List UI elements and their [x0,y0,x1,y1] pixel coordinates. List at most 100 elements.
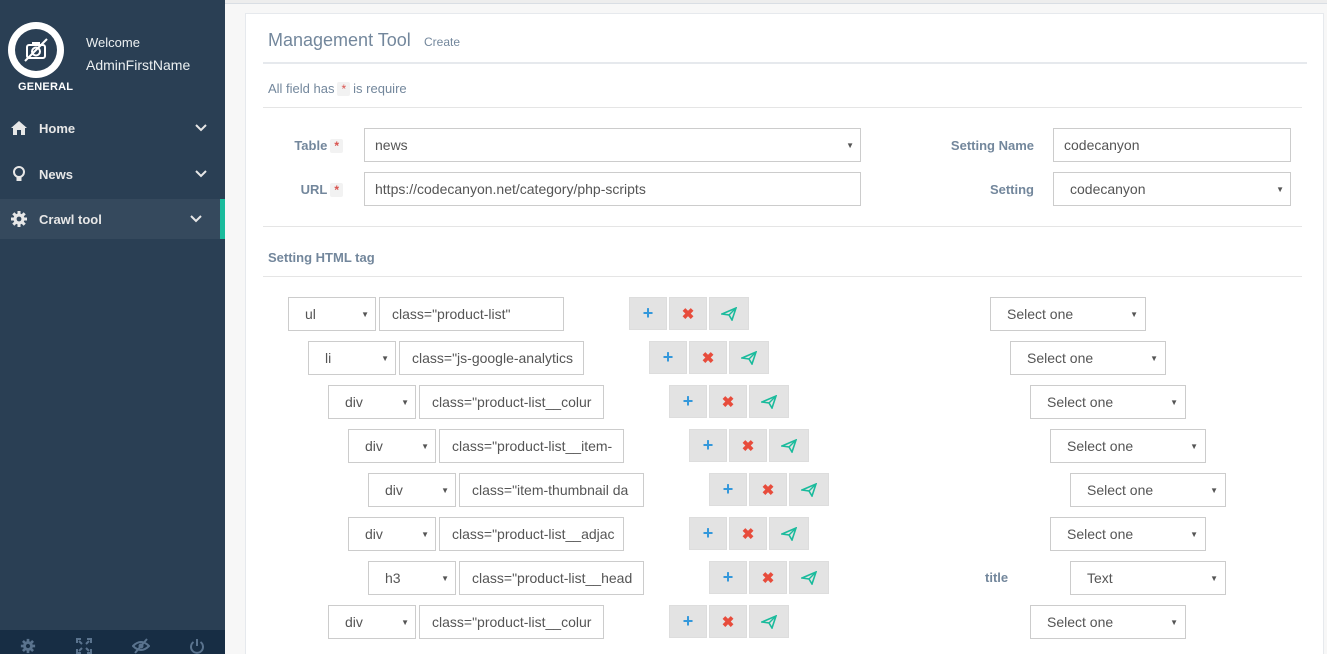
field-type-select[interactable]: Select one ▼ [1070,473,1226,507]
setting-name-input[interactable]: codecanyon [1053,128,1291,162]
tag-row: div ▼ class="product-list__item- + ✖ Select o… [348,429,1327,463]
tag-select[interactable]: div ▼ [348,517,436,551]
caret-down-icon: ▼ [1170,618,1178,627]
delete-button[interactable]: ✖ [669,297,707,330]
field-type-select[interactable]: Select one ▼ [1050,517,1206,551]
tag-attribute-input[interactable]: class="product-list__colur [419,385,604,419]
add-button[interactable]: + [709,473,747,506]
add-button[interactable]: + [669,605,707,638]
gear-icon [11,211,27,227]
setting-select[interactable]: codecanyon ▼ [1053,172,1291,206]
field-type-select[interactable]: Select one ▼ [1010,341,1166,375]
sidebar-item-label: News [39,166,73,182]
tag-select[interactable]: li ▼ [308,341,396,375]
delete-button[interactable]: ✖ [709,385,747,418]
caret-down-icon: ▼ [381,354,389,363]
tag-select[interactable]: div ▼ [348,429,436,463]
divider [263,62,1307,64]
sidebar-footer [0,630,225,654]
tag-row: li ▼ class="js-google-analytics + ✖ Select on… [308,341,1308,375]
divider [263,276,1302,277]
table-select[interactable]: news ▼ [364,128,861,162]
tag-attribute-input[interactable]: class="product-list__adjac [439,517,624,551]
caret-down-icon: ▼ [1170,398,1178,407]
chevron-down-icon [195,124,207,132]
delete-button[interactable]: ✖ [749,473,787,506]
send-button[interactable] [769,517,809,550]
send-button[interactable] [729,341,769,374]
sidebar: GENERAL Welcome AdminFirstName Home News [0,0,225,654]
logout-button[interactable] [169,630,225,654]
settings-button[interactable] [0,630,56,654]
profile: GENERAL Welcome AdminFirstName [0,0,225,100]
profile-badge: GENERAL [18,81,74,93]
tag-row: div ▼ class="product-list__colur + ✖ Select o… [328,385,1327,419]
delete-button[interactable]: ✖ [709,605,747,638]
close-icon: ✖ [721,613,735,631]
fullscreen-button[interactable] [56,630,112,654]
add-button[interactable]: + [649,341,687,374]
avatar[interactable] [8,22,64,78]
add-button[interactable]: + [629,297,667,330]
caret-down-icon: ▼ [401,398,409,407]
tag-field-label: title [985,570,1009,585]
send-button[interactable] [749,605,789,638]
send-button[interactable] [709,297,749,330]
send-button[interactable] [749,385,789,418]
divider [263,226,1302,227]
tag-select[interactable]: div ▼ [328,385,416,419]
sidebar-item-home[interactable]: Home [0,105,225,151]
close-icon: ✖ [681,305,695,323]
sidebar-item-news[interactable]: News [0,151,225,197]
tag-row: ul ▼ class="product-list" + ✖ Select one ▼ [288,297,1288,331]
setting-name-label: Setting Name [950,138,1034,153]
plus-icon: + [682,611,694,631]
required-note: All field has * is require [268,81,407,96]
tag-select[interactable]: div ▼ [328,605,416,639]
tag-attribute-input[interactable]: class="js-google-analytics [399,341,584,375]
tag-select[interactable]: h3 ▼ [368,561,456,595]
add-button[interactable]: + [709,561,747,594]
add-button[interactable]: + [689,517,727,550]
divider [263,107,1302,108]
field-type-select[interactable]: Select one ▼ [990,297,1146,331]
add-button[interactable]: + [689,429,727,462]
tag-select[interactable]: ul ▼ [288,297,376,331]
plus-icon: + [682,391,694,411]
url-input[interactable]: https://codecanyon.net/category/php-scri… [364,172,861,206]
sidebar-item-label: Home [39,120,76,136]
paper-plane-icon [801,570,817,585]
add-button[interactable]: + [669,385,707,418]
delete-button[interactable]: ✖ [729,429,767,462]
send-button[interactable] [789,473,829,506]
tag-attribute-input[interactable]: class="product-list__item- [439,429,624,463]
tag-attribute-input[interactable]: class="product-list__head [459,561,644,595]
close-icon: ✖ [741,525,755,543]
delete-button[interactable]: ✖ [729,517,767,550]
caret-down-icon: ▼ [846,141,854,150]
welcome-text: Welcome [86,35,140,50]
field-type-select[interactable]: Select one ▼ [1030,605,1186,639]
field-type-select[interactable]: Select one ▼ [1050,429,1206,463]
lock-view-button[interactable] [113,630,169,654]
section-title: Setting HTML tag [268,250,375,265]
send-button[interactable] [789,561,829,594]
power-icon [189,639,204,654]
delete-button[interactable]: ✖ [749,561,787,594]
paper-plane-icon [781,526,797,541]
tag-attribute-input[interactable]: class="item-thumbnail da [459,473,644,507]
paper-plane-icon [761,614,777,629]
sidebar-item-crawl-tool[interactable]: Crawl tool [0,199,225,239]
sidebar-menu: Home News Crawl tool [0,105,225,239]
tag-select[interactable]: div ▼ [368,473,456,507]
caret-down-icon: ▼ [1210,486,1218,495]
delete-button[interactable]: ✖ [689,341,727,374]
tag-attribute-input[interactable]: class="product-list" [379,297,564,331]
tag-attribute-input[interactable]: class="product-list__colur [419,605,604,639]
send-button[interactable] [769,429,809,462]
caret-down-icon: ▼ [1276,185,1284,194]
chevron-down-icon [195,170,207,178]
sidebar-item-label: Crawl tool [39,211,102,227]
field-type-select[interactable]: Text ▼ [1070,561,1226,595]
field-type-select[interactable]: Select one ▼ [1030,385,1186,419]
